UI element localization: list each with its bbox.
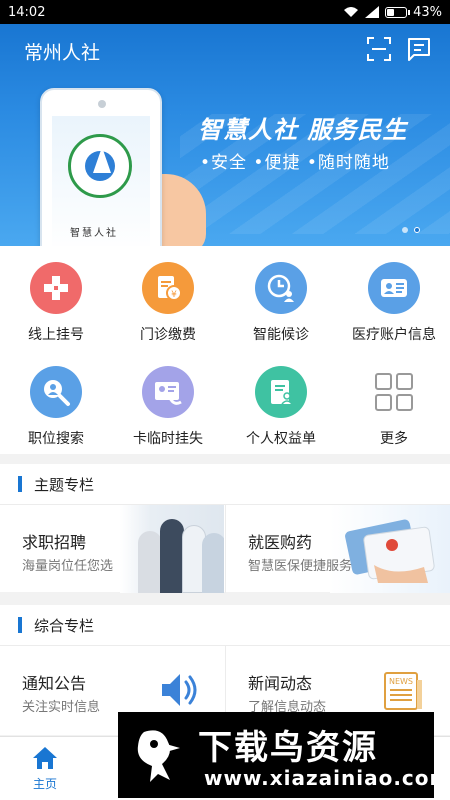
card-phone-icon bbox=[142, 366, 194, 418]
status-bar: 14:02 43% bbox=[0, 0, 450, 24]
service-job-search[interactable]: 职位搜索 bbox=[0, 366, 112, 448]
bird-logo-icon bbox=[137, 730, 180, 782]
topic-card-jobs[interactable]: 求职招聘 海量岗位任您选 bbox=[0, 505, 224, 593]
id-card-icon bbox=[368, 262, 420, 314]
battery-percent: 43% bbox=[413, 4, 442, 20]
battery-fill bbox=[387, 8, 395, 16]
topic-cards: 求职招聘 海量岗位任您选 就医购药 智慧医保便捷服务 bbox=[0, 504, 450, 593]
clock-person-icon bbox=[255, 262, 307, 314]
carousel-indicator bbox=[402, 227, 420, 233]
signal-icon bbox=[365, 6, 380, 18]
service-medical-account[interactable]: 医疗账户信息 bbox=[338, 262, 450, 344]
changzhou-hrss-logo-icon bbox=[68, 134, 132, 198]
service-personal-rights[interactable]: 个人权益单 bbox=[225, 366, 337, 448]
service-online-registration[interactable]: 线上挂号 bbox=[0, 262, 112, 344]
document-person-icon bbox=[255, 366, 307, 418]
battery-icon bbox=[385, 6, 411, 18]
carousel-dot[interactable] bbox=[402, 227, 408, 233]
search-person-icon bbox=[30, 366, 82, 418]
grid-more-icon bbox=[368, 366, 420, 418]
message-icon[interactable] bbox=[406, 36, 432, 62]
bill-yuan-icon: ¥ bbox=[142, 262, 194, 314]
watermark: 下载鸟资源 www.xiazainiao.com bbox=[118, 712, 450, 798]
news-icon-label: NEWS bbox=[389, 677, 413, 686]
tab-home-label: 主页 bbox=[32, 777, 57, 791]
job-seekers-image bbox=[120, 505, 224, 593]
carousel-dot-active[interactable] bbox=[414, 227, 420, 233]
service-more[interactable]: 更多 bbox=[338, 366, 450, 448]
app-title: 常州人社 bbox=[24, 42, 101, 64]
general-section-header: 综合专栏 bbox=[0, 605, 450, 645]
topic-section-title: 主题专栏 bbox=[34, 475, 95, 494]
news-icon: NEWS bbox=[384, 672, 422, 710]
watermark-url: www.xiazainiao.com bbox=[204, 766, 450, 790]
hospital-cross-icon bbox=[30, 262, 82, 314]
phone-illustration: 智慧人社 bbox=[40, 88, 162, 246]
banner-slogan: 智慧人社 服务民生 bbox=[198, 116, 408, 144]
medical-card-icon bbox=[345, 519, 435, 583]
service-outpatient-payment[interactable]: ¥ 门诊缴费 bbox=[112, 262, 224, 344]
scan-icon[interactable] bbox=[366, 36, 392, 62]
home-icon bbox=[33, 747, 57, 769]
svg-text:¥: ¥ bbox=[171, 290, 177, 300]
banner[interactable]: 常州人社 智慧人社 智慧人社 服务民生 •安全 •便捷 •随时随地 bbox=[0, 24, 450, 246]
status-time: 14:02 bbox=[8, 4, 46, 20]
service-card-loss-report[interactable]: 卡临时挂失 bbox=[112, 366, 224, 448]
phone-text: 智慧人社 bbox=[70, 228, 118, 239]
general-section-title: 综合专栏 bbox=[34, 616, 95, 635]
banner-tagline: •安全 •便捷 •随时随地 bbox=[200, 153, 390, 173]
watermark-name: 下载鸟资源 bbox=[198, 728, 378, 768]
topic-section-header: 主题专栏 bbox=[0, 464, 450, 504]
wifi-icon bbox=[344, 7, 359, 17]
service-smart-waiting[interactable]: 智能候诊 bbox=[225, 262, 337, 344]
speaker-icon bbox=[162, 674, 197, 706]
service-grid: 线上挂号 ¥ 门诊缴费 智能候诊 医疗账户信息 职位搜索 卡临时挂失 个人权益单… bbox=[0, 246, 450, 454]
tab-home[interactable]: 主页 bbox=[0, 745, 90, 792]
topic-card-medicine[interactable]: 就医购药 智慧医保便捷服务 bbox=[226, 505, 450, 593]
